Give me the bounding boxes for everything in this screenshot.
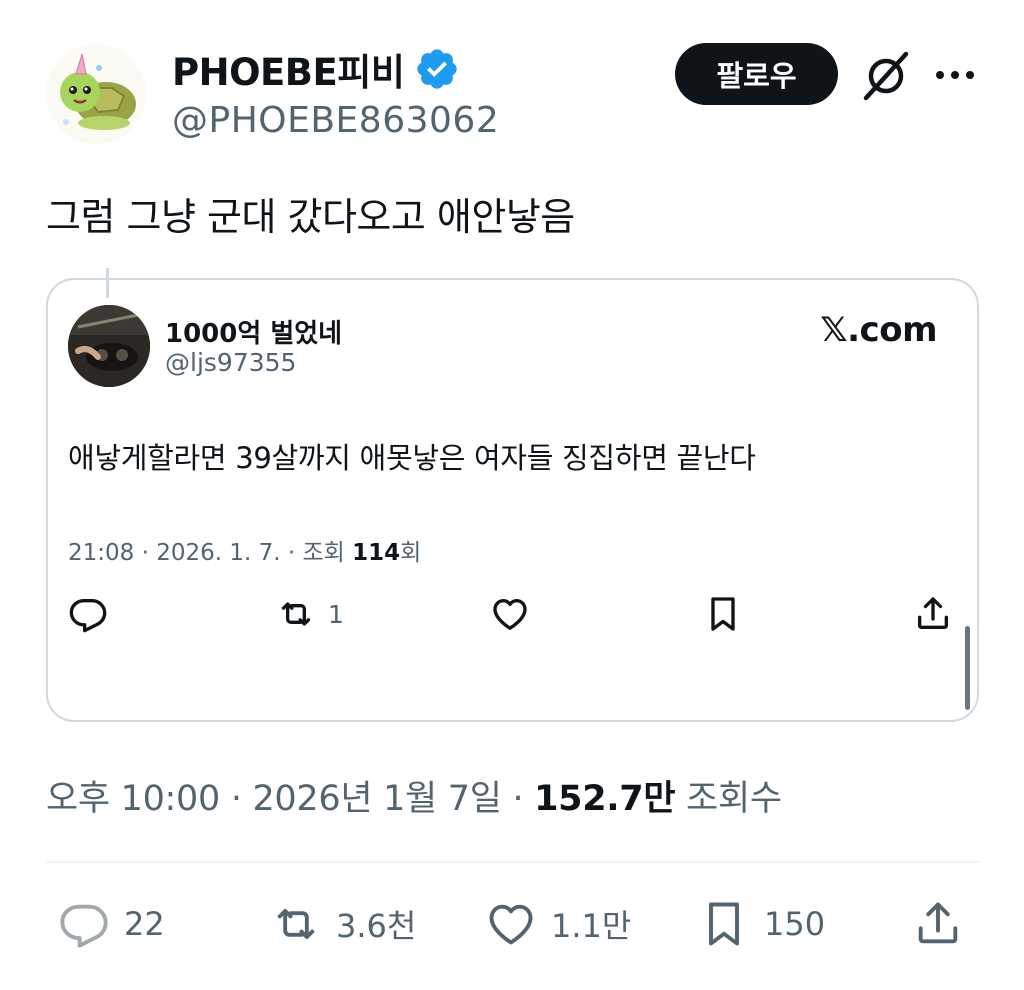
quoted-author-avatar[interactable] bbox=[68, 305, 150, 387]
bookmark-button[interactable]: 150 bbox=[698, 898, 825, 950]
quoted-share-button[interactable] bbox=[913, 592, 953, 636]
quoted-tweet-text: 애낳게할라면 39살까지 애못낳은 여자들 징집하면 끝난다 bbox=[68, 441, 756, 475]
bookmark-icon bbox=[709, 902, 739, 946]
share-button[interactable] bbox=[912, 898, 964, 950]
verified-badge-icon bbox=[417, 49, 458, 89]
grok-icon[interactable] bbox=[858, 48, 914, 104]
reply-icon bbox=[60, 904, 108, 948]
share-icon bbox=[918, 597, 948, 629]
like-button[interactable]: 1.1만 bbox=[485, 898, 631, 950]
quoted-author-name[interactable]: 1000억 벌었네 bbox=[165, 313, 342, 350]
quoted-views-count: 114 bbox=[352, 540, 401, 566]
quoted-meta-prefix: 21:08 · 2026. 1. 7. · 조회 bbox=[68, 540, 353, 566]
quoted-retweet-count: 1 bbox=[328, 599, 344, 629]
quoted-bookmark-button[interactable] bbox=[703, 592, 755, 636]
views-count: 152.7만 bbox=[534, 779, 676, 819]
quoted-retweet-button[interactable]: 1 bbox=[276, 592, 344, 636]
reply-count: 22 bbox=[124, 905, 165, 943]
reply-icon bbox=[69, 599, 107, 633]
divider bbox=[46, 861, 979, 863]
views-label: 조회수 bbox=[675, 779, 782, 819]
bookmark-count: 150 bbox=[764, 905, 826, 943]
timestamp-text[interactable]: 오후 10:00 · 2026년 1월 7일 · bbox=[46, 779, 534, 819]
tweet-text: 그럼 그냥 군대 갔다오고 애안낳음 bbox=[46, 195, 575, 239]
retweet-button[interactable]: 3.6천 bbox=[270, 898, 416, 950]
turtle-avatar-icon bbox=[46, 44, 146, 144]
heart-icon bbox=[489, 904, 533, 945]
author-display-name[interactable]: PHOEBE피비 bbox=[172, 42, 405, 96]
car-interior-avatar-icon bbox=[68, 305, 150, 387]
author-name-row: PHOEBE피비 bbox=[172, 44, 460, 94]
quoted-author-handle[interactable]: @ljs97355 bbox=[165, 348, 296, 377]
heart-icon bbox=[493, 599, 527, 630]
bookmark-icon bbox=[711, 597, 735, 631]
quoted-reply-button[interactable] bbox=[68, 592, 120, 636]
quoted-scrollbar[interactable] bbox=[965, 626, 970, 710]
retweet-icon bbox=[277, 909, 315, 939]
quoted-like-button[interactable] bbox=[490, 592, 542, 636]
tweet-timestamp: 오후 10:00 · 2026년 1월 7일 · 152.7만 조회수 bbox=[46, 770, 782, 821]
retweet-count: 3.6천 bbox=[336, 907, 417, 945]
follow-button[interactable]: 팔로우 bbox=[675, 43, 838, 105]
quoted-meta-suffix: 회 bbox=[400, 540, 422, 566]
author-avatar[interactable] bbox=[46, 44, 146, 144]
quoted-tweet-meta: 21:08 · 2026. 1. 7. · 조회 114회 bbox=[68, 533, 421, 567]
x-com-logo: 𝕏.com bbox=[820, 310, 937, 350]
quoted-tweet-card[interactable]: 1000억 벌었네 @ljs97355 𝕏.com 애낳게할라면 39살까지 애… bbox=[46, 278, 979, 722]
share-icon bbox=[918, 902, 958, 944]
like-count: 1.1만 bbox=[551, 907, 632, 945]
retweet-icon bbox=[281, 602, 311, 626]
more-icon[interactable] bbox=[930, 55, 980, 95]
author-handle[interactable]: @PHOEBE863062 bbox=[172, 100, 499, 141]
reply-button[interactable]: 22 bbox=[58, 898, 165, 950]
